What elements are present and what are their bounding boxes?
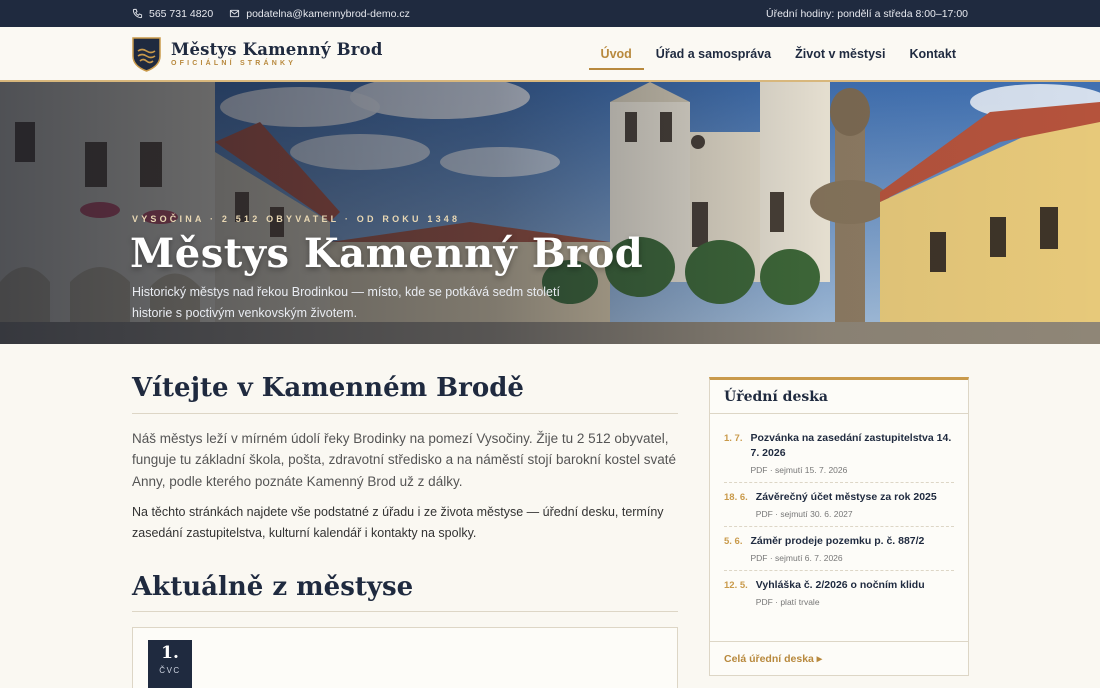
email-link[interactable]: podatelna@kamennybrod-demo.cz	[229, 8, 410, 20]
site-header: Městys Kamenný Brod OFICIÁLNÍ STRÁNKY Úv…	[0, 27, 1100, 82]
news-card[interactable]: 1. ČVC	[132, 627, 678, 688]
site-subtitle: OFICIÁLNÍ STRÁNKY	[171, 59, 297, 67]
notice-item[interactable]: 18. 6. Závěrečný účet městyse za rok 202…	[724, 483, 954, 527]
site-name: Městys Kamenný Brod	[171, 39, 383, 59]
notice-date: 1. 7.	[724, 433, 743, 444]
notice-board: Úřední deska 1. 7. Pozvánka na zasedání …	[709, 377, 969, 676]
hero-banner: VYSOČINA · 2 512 OBYVATEL · OD ROKU 1348…	[0, 82, 1100, 344]
notice-title: Závěrečný účet městyse za rok 2025	[755, 491, 937, 503]
hero-kicker: VYSOČINA · 2 512 OBYVATEL · OD ROKU 1348	[132, 214, 461, 224]
notice-item[interactable]: 5. 6. Záměr prodeje pozemku p. č. 887/2 …	[724, 527, 954, 571]
notice-item[interactable]: 12. 5. Vyhláška č. 2/2026 o nočním klidu…	[724, 571, 954, 614]
hero-description: Historický městys nad řekou Brodinkou — …	[132, 285, 560, 320]
intro-paragraph-2: Na těchto stránkách najdete vše podstatn…	[132, 505, 664, 541]
notice-item[interactable]: 1. 7. Pozvánka na zasedání zastupitelstv…	[724, 414, 954, 483]
crest-icon	[132, 37, 161, 72]
welcome-heading: Vítejte v Kamenném Brodě	[132, 373, 524, 403]
notice-title: Vyhláška č. 2/2026 o nočním klidu	[755, 579, 925, 591]
notice-date: 12. 5.	[724, 580, 748, 591]
notice-title: Záměr prodeje pozemku p. č. 887/2	[750, 535, 925, 547]
notice-meta: PDF · sejmutí 6. 7. 2026	[750, 553, 843, 563]
phone-icon	[132, 8, 143, 19]
date-month: ČVC	[159, 666, 181, 675]
top-bar: 565 731 4820 podatelna@kamennybrod-demo.…	[0, 0, 1100, 27]
full-board-link[interactable]: Celá úřední deska ▸	[710, 641, 968, 675]
nav-item-kontakt[interactable]: Kontakt	[897, 27, 968, 80]
nav-item-uvod[interactable]: Úvod	[588, 27, 645, 80]
mail-icon	[230, 9, 240, 18]
notice-list: 1. 7. Pozvánka na zasedání zastupitelstv…	[710, 414, 968, 614]
office-hours: Úřední hodiny: pondělí a středa 8:00–17:…	[766, 7, 968, 20]
date-badge: 1. ČVC	[148, 640, 192, 688]
nav-item-zivot[interactable]: Život v městysi	[783, 27, 897, 80]
phone-number: 565 731 4820	[149, 7, 214, 20]
email-address: podatelna@kamennybrod-demo.cz	[246, 7, 410, 20]
news-heading: Aktuálně z městyse	[132, 572, 414, 602]
phone-link[interactable]: 565 731 4820	[132, 8, 213, 20]
notice-date: 18. 6.	[724, 492, 748, 503]
divider	[132, 611, 678, 612]
notice-title: Pozvánka na zasedání zastupitelstva 14. …	[750, 432, 952, 459]
notice-board-title: Úřední deska	[710, 380, 968, 414]
notice-date: 5. 6.	[724, 536, 743, 547]
notice-meta: PDF · platí trvale	[755, 597, 820, 607]
date-day: 1.	[161, 643, 179, 663]
notice-meta: PDF · sejmutí 15. 7. 2026	[750, 465, 848, 475]
divider	[132, 413, 678, 414]
notice-meta: PDF · sejmutí 30. 6. 2027	[755, 509, 853, 519]
intro-paragraph: Náš městys leží v mírném údolí řeky Brod…	[132, 431, 677, 489]
main-nav: Úvod Úřad a samospráva Život v městysi K…	[588, 27, 968, 80]
site-logo[interactable]: Městys Kamenný Brod OFICIÁLNÍ STRÁNKY	[132, 36, 383, 72]
nav-item-urad[interactable]: Úřad a samospráva	[644, 27, 783, 80]
hero-title: Městys Kamenný Brod	[130, 230, 644, 277]
